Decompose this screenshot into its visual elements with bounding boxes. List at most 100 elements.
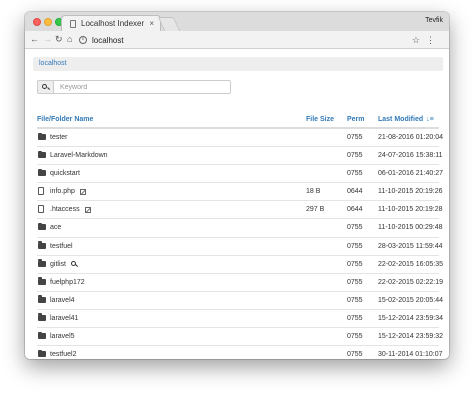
folder-icon bbox=[38, 168, 46, 177]
modified-date-cell: 11-10-2015 20:19:26 bbox=[378, 188, 443, 196]
bookmark-star-icon[interactable]: ☆ bbox=[412, 35, 420, 46]
table-row[interactable]: .htaccess 297 B 0644 11-10-2015 20:19:28 bbox=[37, 201, 443, 220]
folder-icon bbox=[38, 313, 46, 321]
browser-window: Localhost Indexer × Tevfik ← → ↻ ⌂ i loc… bbox=[25, 12, 449, 359]
breadcrumb-link[interactable]: localhost bbox=[39, 60, 67, 67]
entry-name-link[interactable]: laravel4 bbox=[50, 297, 75, 304]
entry-name-link[interactable]: fuelphp172 bbox=[50, 279, 85, 286]
search-icon[interactable] bbox=[70, 260, 79, 268]
table-row[interactable]: fuelphp172 0755 22-02-2015 02:22:19 bbox=[37, 274, 443, 292]
entry-name-link[interactable]: ace bbox=[50, 224, 61, 231]
profile-name[interactable]: Tevfik bbox=[425, 17, 443, 24]
folder-icon bbox=[38, 277, 46, 285]
edit-icon[interactable] bbox=[79, 188, 86, 195]
url-text[interactable]: localhost bbox=[92, 36, 412, 45]
browser-tab[interactable]: Localhost Indexer × bbox=[61, 15, 161, 31]
menu-icon[interactable]: ⋮ bbox=[426, 35, 435, 46]
permission-cell: 0644 bbox=[347, 206, 363, 214]
column-header-name[interactable]: File/Folder Name bbox=[37, 116, 93, 123]
file-icon bbox=[38, 187, 44, 196]
folder-icon bbox=[38, 222, 46, 231]
info-icon[interactable]: i bbox=[79, 36, 87, 44]
modified-date-cell: 24-07-2016 15:38:11 bbox=[378, 152, 443, 160]
entry-name-cell: laravel41 bbox=[50, 315, 78, 322]
table-row[interactable]: info.php 18 B 0644 11-10-2015 20:19:26 bbox=[37, 183, 443, 202]
table-row[interactable]: laravel41 0755 15-12-2014 23:59:34 bbox=[37, 310, 443, 329]
table-row[interactable]: testfuel 0755 28-03-2015 11:59:44 bbox=[37, 238, 443, 256]
forward-arrow-icon[interactable]: → bbox=[43, 34, 52, 45]
file-table: File/Folder Name File Size Perm Last Mod… bbox=[37, 111, 443, 359]
permission-cell: 0755 bbox=[347, 278, 363, 286]
folder-icon bbox=[38, 259, 46, 267]
entry-name-cell: ace bbox=[50, 224, 61, 231]
entry-name-cell: fuelphp172 bbox=[50, 279, 85, 286]
entry-name-link[interactable]: tester bbox=[50, 134, 68, 141]
modified-date-cell: 15-12-2014 23:59:34 bbox=[378, 314, 443, 322]
table-row[interactable]: laravel5 0755 15-12-2014 23:59:32 bbox=[37, 328, 443, 347]
permission-cell: 0755 bbox=[347, 333, 363, 341]
table-row[interactable]: testfuel2 0755 30-11-2014 01:10:07 bbox=[37, 346, 443, 359]
edit-icon[interactable] bbox=[84, 206, 91, 213]
reload-icon[interactable]: ↻ bbox=[55, 34, 63, 45]
entry-name-link[interactable]: Laravel-Markdown bbox=[50, 152, 108, 159]
file-size-cell: 18 B bbox=[306, 188, 321, 196]
table-row[interactable]: quickstart 0755 06-01-2016 21:40:27 bbox=[37, 165, 443, 184]
table-row[interactable]: gitlist 0755 22-02-2015 16:05:35 bbox=[37, 256, 443, 274]
page-content: localhost File/Folder Name File Size Per… bbox=[25, 49, 449, 359]
sort-desc-icon[interactable]: ↓≡ bbox=[426, 116, 434, 123]
modified-date-cell: 11-10-2015 20:19:28 bbox=[378, 206, 443, 214]
address-bar[interactable]: i localhost ☆ ⋮ bbox=[79, 33, 435, 47]
back-arrow-icon[interactable]: ← bbox=[30, 34, 39, 45]
close-window-button[interactable] bbox=[33, 18, 41, 26]
entry-name-link[interactable]: testfuel bbox=[50, 243, 73, 250]
entry-name-cell: .htaccess bbox=[50, 206, 91, 213]
permission-cell: 0755 bbox=[347, 224, 363, 232]
table-row[interactable]: tester 0755 21-08-2016 01:20:04 bbox=[37, 129, 443, 148]
file-icon bbox=[38, 205, 44, 214]
entry-name-cell: quickstart bbox=[50, 170, 80, 177]
entry-name-cell: laravel4 bbox=[50, 297, 75, 304]
entry-name-link[interactable]: info.php bbox=[50, 188, 75, 195]
browser-toolbar: ← → ↻ ⌂ i localhost ☆ ⋮ bbox=[25, 31, 449, 49]
permission-cell: 0755 bbox=[347, 314, 363, 322]
entry-name-link[interactable]: quickstart bbox=[50, 170, 80, 177]
entry-name-cell: laravel5 bbox=[50, 333, 75, 340]
modified-date-cell: 28-03-2015 11:59:44 bbox=[378, 242, 443, 250]
tab-strip: Localhost Indexer × Tevfik bbox=[25, 12, 449, 31]
entry-name-link[interactable]: .htaccess bbox=[50, 206, 80, 213]
permission-cell: 0755 bbox=[347, 242, 363, 250]
entry-name-link[interactable]: testfuel2 bbox=[50, 351, 76, 358]
table-header: File/Folder Name File Size Perm Last Mod… bbox=[37, 111, 439, 129]
folder-icon bbox=[38, 331, 46, 340]
entry-name-link[interactable]: gitlist bbox=[50, 261, 66, 268]
entry-name-cell: testfuel bbox=[50, 243, 73, 250]
search-addon bbox=[38, 81, 54, 93]
table-row[interactable]: ace 0755 11-10-2015 00:29:48 bbox=[37, 219, 443, 238]
column-header-size[interactable]: File Size bbox=[306, 116, 334, 123]
folder-icon bbox=[38, 150, 46, 159]
search-input[interactable] bbox=[54, 81, 230, 93]
folder-icon bbox=[38, 241, 46, 249]
column-header-modified-label: Last Modified bbox=[378, 116, 424, 123]
table-row[interactable]: laravel4 0755 15-02-2015 20:05:44 bbox=[37, 292, 443, 310]
modified-date-cell: 11-10-2015 00:29:48 bbox=[378, 224, 443, 232]
tab-title: Localhost Indexer bbox=[81, 19, 145, 28]
tab-close-icon[interactable]: × bbox=[149, 19, 154, 28]
permission-cell: 0755 bbox=[347, 296, 363, 304]
home-icon[interactable]: ⌂ bbox=[67, 34, 72, 45]
new-tab-button[interactable] bbox=[157, 17, 181, 31]
modified-date-cell: 22-02-2015 16:05:35 bbox=[378, 260, 443, 268]
entry-name-link[interactable]: laravel5 bbox=[50, 333, 75, 340]
column-header-modified[interactable]: Last Modified ↓≡ bbox=[378, 116, 434, 123]
permission-cell: 0755 bbox=[347, 170, 363, 178]
modified-date-cell: 06-01-2016 21:40:27 bbox=[378, 170, 443, 178]
minimize-window-button[interactable] bbox=[44, 18, 52, 26]
entry-name-link[interactable]: laravel41 bbox=[50, 315, 78, 322]
modified-date-cell: 30-11-2014 01:10:07 bbox=[378, 351, 443, 359]
table-row[interactable]: Laravel-Markdown 0755 24-07-2016 15:38:11 bbox=[37, 147, 443, 166]
permission-cell: 0755 bbox=[347, 134, 363, 141]
entry-name-cell: Laravel-Markdown bbox=[50, 152, 108, 159]
column-header-perm[interactable]: Perm bbox=[347, 116, 365, 123]
folder-icon bbox=[38, 132, 46, 140]
folder-icon bbox=[38, 349, 46, 358]
